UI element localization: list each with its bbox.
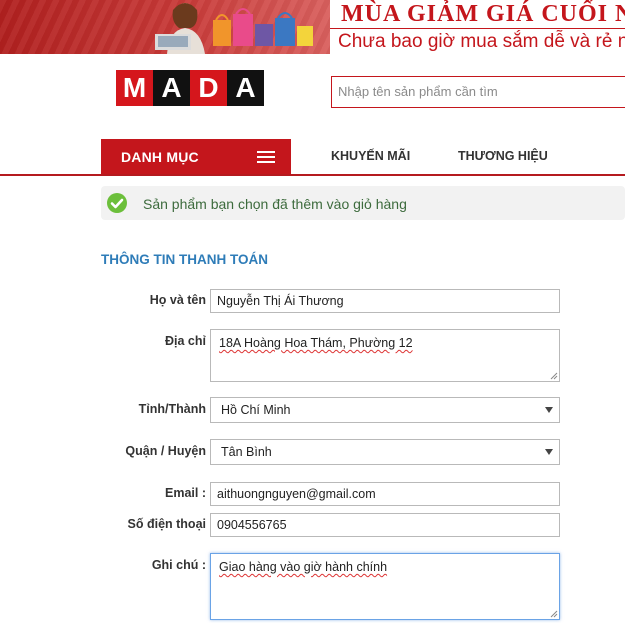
- success-alert: Sản phẩm bạn chọn đã thêm vào giỏ hàng: [101, 186, 625, 220]
- site-logo[interactable]: M A D A: [116, 70, 264, 106]
- address-value: 18A Hoàng Hoa Thám, Phường 12: [219, 336, 413, 350]
- dropdown-arrow-icon: [545, 449, 553, 455]
- nav-link-promotions[interactable]: KHUYẾN MÃI: [331, 149, 410, 163]
- province-label: Tỉnh/Thành: [138, 402, 206, 416]
- resize-handle-icon[interactable]: [549, 609, 558, 618]
- phone-input[interactable]: 0904556765: [210, 513, 560, 537]
- checkout-section-title: THÔNG TIN THANH TOÁN: [101, 252, 268, 267]
- search-input[interactable]: [332, 77, 618, 105]
- nav-underline: [0, 174, 625, 176]
- hamburger-icon: [257, 151, 275, 163]
- province-selected-value: Hồ Chí Minh: [221, 403, 291, 417]
- promo-banner[interactable]: MÙA GIẢM GIÁ CUỐI N Chưa bao giờ mua sắm…: [0, 0, 625, 54]
- note-value: Giao hàng vào giờ hành chính: [219, 560, 388, 574]
- logo-letter: A: [227, 70, 264, 106]
- email-label: Email :: [165, 486, 206, 500]
- banner-image: [0, 0, 330, 54]
- alert-message: Sản phẩm bạn chọn đã thêm vào giỏ hàng: [143, 196, 407, 212]
- resize-handle-icon[interactable]: [549, 371, 558, 380]
- full-name-label: Họ và tên: [149, 293, 206, 307]
- category-menu-label: DANH MỤC: [121, 148, 199, 165]
- dropdown-arrow-icon: [545, 407, 553, 413]
- banner-title: MÙA GIẢM GIÁ CUỐI N: [341, 1, 625, 27]
- category-menu-button[interactable]: DANH MỤC: [101, 139, 291, 174]
- shopping-woman-illustration: [155, 3, 313, 54]
- address-label: Địa chỉ: [165, 334, 206, 348]
- note-label: Ghi chú :: [151, 558, 206, 572]
- district-selected-value: Tân Bình: [221, 445, 272, 459]
- banner-subtitle: Chưa bao giờ mua sắm dễ và rẻ n: [338, 31, 625, 52]
- logo-letter: M: [116, 70, 153, 106]
- search-box: [331, 76, 625, 108]
- address-textarea[interactable]: 18A Hoàng Hoa Thám, Phường 12: [210, 329, 560, 382]
- logo-letter: A: [153, 70, 190, 106]
- email-input[interactable]: aithuongnguyen@gmail.com: [210, 482, 560, 506]
- phone-label: Số điện thoại: [127, 517, 206, 531]
- full-name-input[interactable]: Nguyễn Thị Ái Thương: [210, 289, 560, 313]
- logo-letter: D: [190, 70, 227, 106]
- note-textarea[interactable]: Giao hàng vào giờ hành chính: [210, 553, 560, 620]
- nav-link-brands[interactable]: THƯƠNG HIỆU: [458, 149, 548, 163]
- district-select[interactable]: Tân Bình: [210, 439, 560, 465]
- banner-divider: [330, 28, 625, 29]
- check-circle-icon: [107, 193, 127, 213]
- district-label: Quận / Huyện: [125, 444, 206, 458]
- province-select[interactable]: Hồ Chí Minh: [210, 397, 560, 423]
